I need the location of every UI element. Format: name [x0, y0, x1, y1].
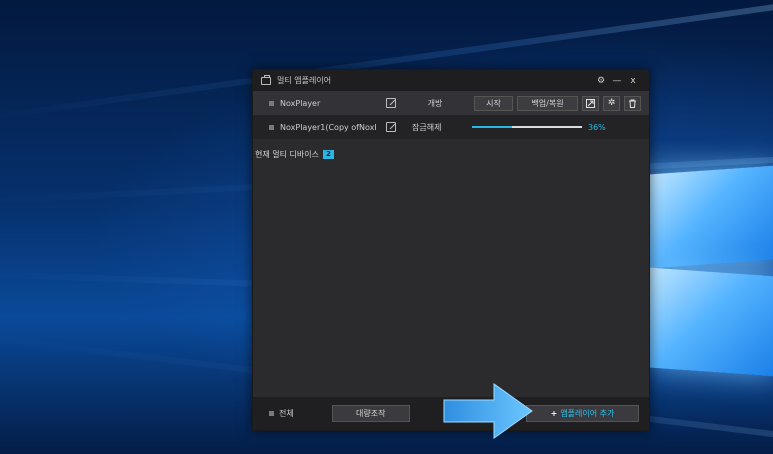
instance-row: NoxPlayer1(Copy ofNoxF 잠금해제 36% [253, 115, 649, 139]
instance-status: 개방 [427, 98, 443, 108]
shortcut-icon [586, 98, 595, 108]
delete-button[interactable] [624, 95, 641, 111]
instance-name: NoxPlayer [280, 98, 321, 108]
trash-icon [629, 99, 636, 108]
minimize-button[interactable]: — [609, 76, 625, 86]
windows-logo-pane [650, 267, 773, 377]
instance-row: NoxPlayer 개방 시작 백업/복원 ✲ [253, 91, 649, 115]
select-all-checkbox[interactable] [269, 411, 274, 416]
device-count: 현재 멀티 디바이스 2 [255, 149, 649, 160]
titlebar: 멀티 앱플레이어 ⚙ — x [253, 70, 649, 91]
instance-name: NoxPlayer1(Copy ofNoxF [280, 122, 376, 132]
select-checkbox[interactable] [269, 124, 274, 130]
progress-percent: 36% [588, 122, 606, 132]
edit-icon[interactable] [386, 98, 396, 108]
window-title: 멀티 앱플레이어 [277, 76, 332, 85]
device-count-label: 현재 멀티 디바이스 [255, 150, 319, 159]
start-button[interactable]: 시작 [474, 95, 513, 111]
instance-status: 잠금해제 [412, 122, 442, 132]
settings-button[interactable]: ⚙ [593, 76, 609, 86]
windows-logo [650, 150, 773, 380]
instance-settings-button[interactable]: ✲ [603, 95, 620, 111]
shortcut-button[interactable] [582, 95, 599, 111]
multi-player-window: 멀티 앱플레이어 ⚙ — x NoxPlayer 개방 시작 백업/복원 ✲ N… [252, 69, 650, 431]
backup-restore-button[interactable]: 백업/복원 [517, 95, 578, 111]
add-player-button[interactable]: + 앱플레이어 추가 [526, 405, 639, 422]
gear-icon: ✲ [607, 98, 616, 108]
select-checkbox[interactable] [269, 100, 274, 106]
pointer-arrow-icon [443, 383, 533, 439]
edit-icon[interactable] [386, 122, 396, 132]
windows-logo-pane [650, 165, 773, 269]
briefcase-icon [261, 74, 271, 85]
batch-operation-button[interactable]: 대량조작 [331, 405, 410, 422]
creation-progress-bar [472, 126, 582, 128]
progress-fill [472, 126, 512, 128]
select-all-label: 전체 [279, 409, 294, 418]
add-player-label: 앱플레이어 추가 [560, 409, 615, 418]
close-button[interactable]: x [625, 76, 641, 86]
device-count-badge: 2 [322, 150, 334, 159]
plus-icon: + [550, 409, 558, 418]
